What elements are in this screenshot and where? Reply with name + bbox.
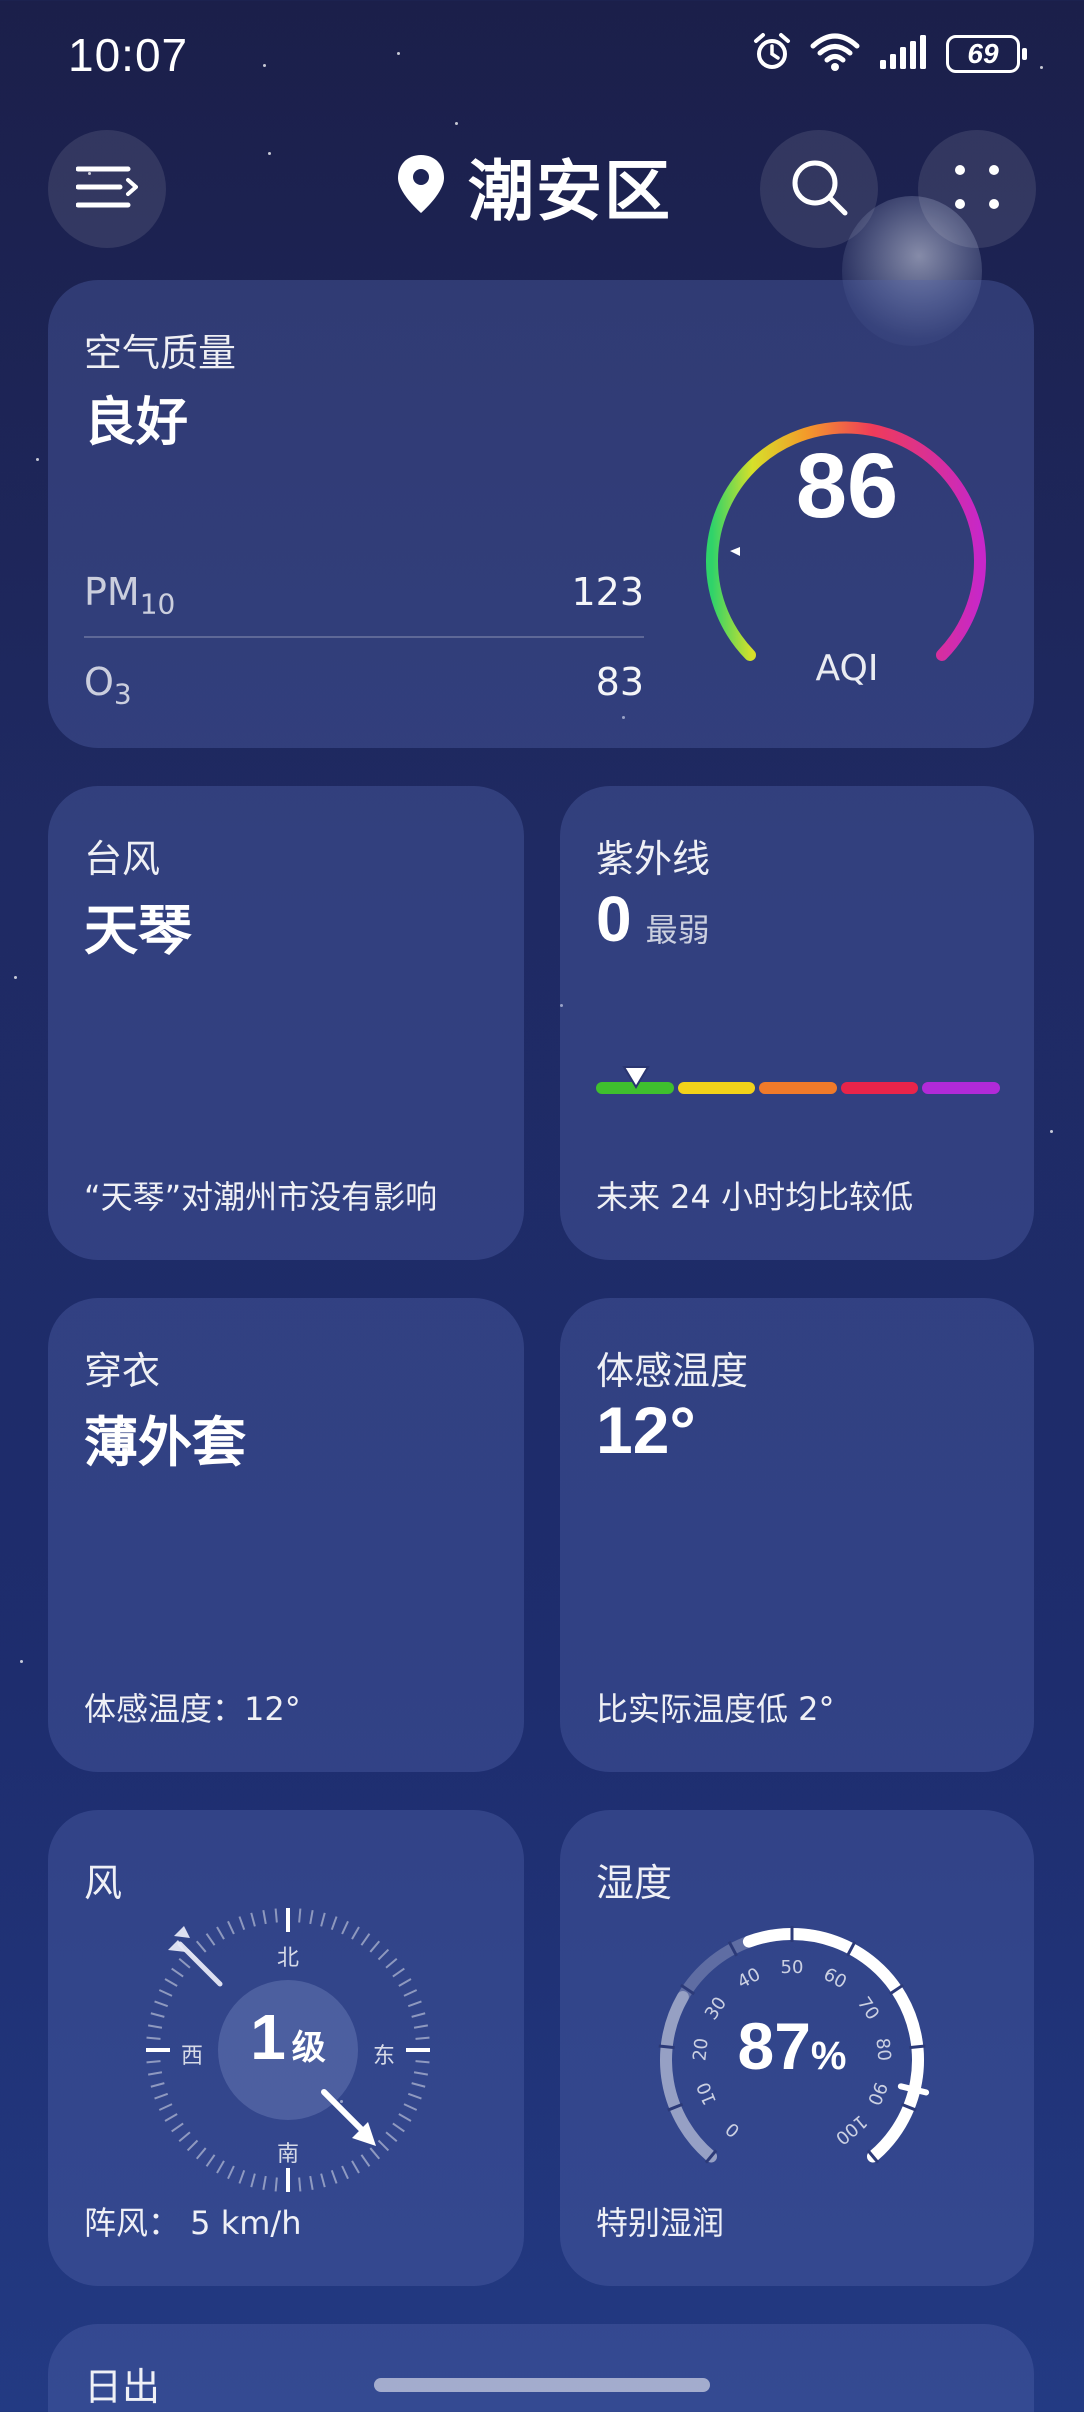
humidity-reading: 87 % <box>642 2008 942 2084</box>
signal-icon <box>878 34 928 74</box>
o3-row: O3 83 <box>84 660 644 711</box>
o3-value: 83 <box>595 660 644 704</box>
uv-segment <box>759 1082 837 1094</box>
aqi-gauge: 86 AQI <box>648 324 1008 689</box>
wind-compass: 1 级 北 南 东 西 <box>138 1900 438 2200</box>
location-selector[interactable]: 潮安区 <box>396 138 672 234</box>
humidity-note: 特别湿润 <box>596 2204 725 2242</box>
air-quality-card[interactable]: 空气质量 良好 PM10 123 O3 83 86 AQI <box>48 280 1034 748</box>
alarm-icon <box>752 32 792 76</box>
humidity-unit: % <box>810 2034 847 2078</box>
typhoon-title: 台风 <box>84 837 161 881</box>
typhoon-note: “天琴”对潮州市没有影响 <box>84 1178 438 1216</box>
feels-like-card[interactable]: 体感温度 12° 比实际温度低 2° <box>560 1298 1034 1772</box>
pm10-subscript: 10 <box>139 587 176 621</box>
uv-segment <box>922 1082 1000 1094</box>
sunrise-title: 日出 <box>84 2365 161 2409</box>
uv-note: 未来 24 小时均比较低 <box>596 1178 914 1216</box>
uv-card[interactable]: 紫外线 0 最弱 未来 24 小时均比较低 <box>560 786 1034 1260</box>
home-indicator[interactable] <box>374 2378 710 2392</box>
uv-segment <box>677 1082 756 1094</box>
wind-direction-arrow <box>168 1926 376 2146</box>
uv-index-row: 0 最弱 <box>596 882 710 956</box>
humidity-needle <box>897 2083 930 2096</box>
menu-icon <box>75 165 138 213</box>
humidity-tick-label: 20 <box>688 2037 713 2063</box>
battery-indicator: 69 <box>946 35 1027 73</box>
uv-level: 最弱 <box>645 911 710 949</box>
typhoon-name: 天琴 <box>84 899 192 962</box>
location-title: 潮安区 <box>468 153 672 230</box>
o3-subscript: 3 <box>113 677 132 711</box>
battery-level: 69 <box>967 38 999 69</box>
clothing-suggestion: 薄外套 <box>84 1411 246 1474</box>
location-pin-icon <box>396 153 446 219</box>
feels-like-value: 12° <box>596 1393 696 1467</box>
wind-title: 风 <box>84 1861 123 1905</box>
uv-scale-bar <box>596 1082 1000 1094</box>
pm10-value: 123 <box>571 570 644 614</box>
wifi-icon <box>810 32 860 76</box>
uv-title: 紫外线 <box>596 837 711 881</box>
uv-index: 0 <box>596 883 632 955</box>
pm10-row: PM10 123 <box>84 570 644 621</box>
status-bar: 10:07 69 <box>0 0 1084 110</box>
clothing-card[interactable]: 穿衣 薄外套 体感温度：12° <box>48 1298 524 1772</box>
wind-card[interactable]: 风 1 级 北 南 东 西 阵风： 5 km/h <box>48 1810 524 2286</box>
uv-segment <box>840 1082 919 1094</box>
feels-like-note: 比实际温度低 2° <box>596 1690 835 1728</box>
o3-label: O <box>84 660 114 704</box>
clothing-title: 穿衣 <box>84 1349 161 1393</box>
air-quality-level: 良好 <box>84 393 189 453</box>
typhoon-card[interactable]: 台风 天琴 “天琴”对潮州市没有影响 <box>48 786 524 1260</box>
humidity-tick-label: 50 <box>780 1957 804 1978</box>
humidity-value: 87 <box>737 2009 811 2083</box>
more-dots-icon <box>954 164 1000 214</box>
wind-gust: 阵风： 5 km/h <box>84 2204 302 2242</box>
air-quality-divider <box>84 636 644 638</box>
status-icons: 69 <box>752 32 1027 76</box>
feels-like-title: 体感温度 <box>596 1349 749 1393</box>
humidity-gauge: 87 % 0 10 20 30 40 50 60 70 80 90 100 <box>642 1910 942 2190</box>
humidity-title: 湿度 <box>596 1861 673 1905</box>
air-quality-title: 空气质量 <box>84 331 237 375</box>
more-options-button[interactable] <box>918 130 1036 248</box>
humidity-card[interactable]: 湿度 87 % 0 10 20 30 40 50 60 70 80 90 100 特别湿润 <box>560 1810 1034 2286</box>
aqi-value: 86 <box>795 435 899 537</box>
menu-button[interactable] <box>48 130 166 248</box>
aqi-label: AQI <box>815 648 879 689</box>
clothing-note: 体感温度：12° <box>84 1690 301 1728</box>
search-icon <box>789 157 849 221</box>
sunrise-card[interactable]: 日出 <box>48 2324 1034 2412</box>
status-time: 10:07 <box>68 29 189 81</box>
pm10-label: PM <box>84 570 140 614</box>
